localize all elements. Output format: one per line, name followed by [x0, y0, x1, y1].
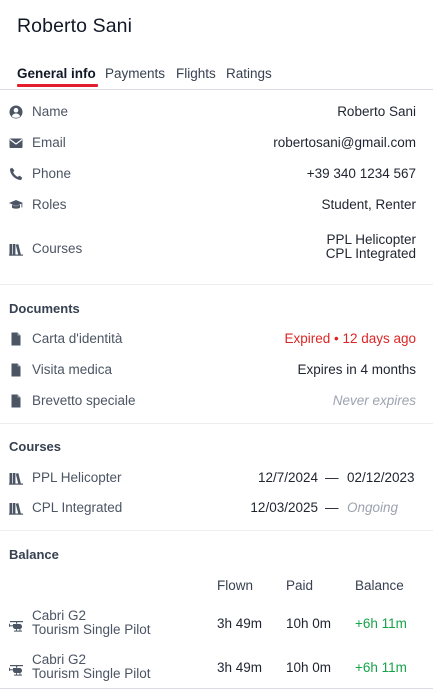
page-title: Roberto Sani	[17, 15, 133, 37]
balance-header-flown: Flown	[217, 578, 254, 593]
info-row-roles: Roles Student, Renter	[0, 195, 433, 215]
documents-section-title: Documents	[9, 301, 80, 316]
flown-hours: 3h 49m	[217, 616, 263, 631]
document-name: Visita medica	[32, 362, 113, 377]
info-row-courses: Courses PPL Helicopter CPL Integrated	[0, 233, 433, 261]
courses-label: Courses	[32, 241, 83, 256]
course-name: PPL Helicopter	[32, 470, 122, 485]
course-start-date: 12/03/2025	[250, 500, 318, 515]
course-name: CPL Integrated	[32, 500, 123, 515]
aircraft-name: Cabri G2	[32, 652, 87, 667]
section-divider	[0, 530, 433, 531]
course-name: Tourism Single Pilot	[32, 622, 151, 637]
balance-aircraft-course: Cabri G2 Tourism Single Pilot	[32, 653, 151, 681]
course-start-date: 12/7/2024	[257, 470, 318, 485]
student-profile-page: Roberto Sani General info Payments Fligh…	[0, 0, 433, 691]
active-tab-indicator	[17, 84, 98, 87]
paid-hours: 10h 0m	[286, 660, 332, 675]
document-status-never: Never expires	[332, 393, 416, 408]
tab-ratings[interactable]: Ratings	[226, 66, 272, 81]
section-divider	[0, 423, 433, 424]
date-separator: —	[325, 470, 339, 485]
name-value: Roberto Sani	[337, 104, 416, 119]
graduation-cap-icon	[9, 198, 23, 212]
document-row[interactable]: Brevetto speciale Never expires	[0, 391, 433, 411]
roles-label: Roles	[32, 197, 67, 212]
tab-payments[interactable]: Payments	[105, 66, 165, 81]
email-value[interactable]: robertosani@gmail.com	[273, 135, 416, 150]
balance-row[interactable]: Cabri G2 Tourism Single Pilot 3h 49m 10h …	[0, 609, 433, 643]
tab-general-info[interactable]: General info	[17, 66, 96, 81]
phone-label: Phone	[32, 166, 72, 181]
document-icon	[9, 394, 23, 408]
date-separator: —	[325, 500, 339, 515]
document-name: Carta d'identità	[32, 331, 123, 346]
info-row-name: Name Roberto Sani	[0, 102, 433, 122]
bottom-divider	[0, 688, 433, 689]
balance-header-balance: Balance	[355, 578, 404, 593]
balance-header-paid: Paid	[286, 578, 314, 593]
aircraft-name: Cabri G2	[32, 608, 87, 623]
info-row-email: Email robertosani@gmail.com	[0, 133, 433, 153]
document-status: Expires in 4 months	[297, 362, 416, 377]
phone-icon	[9, 167, 23, 181]
courses-section-title: Courses	[9, 439, 62, 454]
balance-row[interactable]: Cabri G2 Tourism Single Pilot 3h 49m 10h …	[0, 653, 433, 687]
document-row[interactable]: Carta d'identità Expired • 12 days ago	[0, 329, 433, 349]
balance-hours: +6h 11m	[355, 660, 407, 675]
info-row-phone: Phone +39 340 1234 567	[0, 164, 433, 184]
section-divider	[0, 284, 433, 285]
courses-value: PPL Helicopter CPL Integrated	[326, 233, 416, 261]
document-row[interactable]: Visita medica Expires in 4 months	[0, 360, 433, 380]
email-label: Email	[32, 135, 66, 150]
name-label: Name	[32, 104, 69, 119]
books-icon	[9, 242, 23, 256]
course-end-ongoing: Ongoing	[347, 500, 399, 515]
flown-hours: 3h 49m	[217, 660, 263, 675]
balance-hours: +6h 11m	[355, 616, 407, 631]
document-icon	[9, 332, 23, 346]
helicopter-icon	[9, 663, 24, 677]
tabs-divider	[0, 89, 433, 90]
course-row[interactable]: PPL Helicopter 12/7/2024 — 02/12/2023	[0, 468, 433, 488]
balance-aircraft-course: Cabri G2 Tourism Single Pilot	[32, 609, 151, 637]
document-icon	[9, 363, 23, 377]
tab-flights[interactable]: Flights	[176, 66, 216, 81]
course-name: PPL Helicopter	[326, 232, 416, 247]
course-name: Tourism Single Pilot	[32, 666, 151, 681]
balance-section-title: Balance	[9, 547, 59, 562]
document-status-expired: Expired • 12 days ago	[284, 331, 416, 346]
roles-value: Student, Renter	[321, 197, 416, 212]
envelope-icon	[9, 136, 23, 150]
paid-hours: 10h 0m	[286, 616, 332, 631]
helicopter-icon	[9, 619, 24, 633]
user-circle-icon	[9, 105, 23, 119]
phone-value[interactable]: +39 340 1234 567	[307, 166, 416, 181]
books-icon	[9, 501, 23, 515]
document-name: Brevetto speciale	[32, 393, 136, 408]
course-row[interactable]: CPL Integrated 12/03/2025 — Ongoing	[0, 498, 433, 518]
books-icon	[9, 471, 23, 485]
course-end-date: 02/12/2023	[347, 470, 415, 485]
course-name: CPL Integrated	[325, 246, 416, 261]
